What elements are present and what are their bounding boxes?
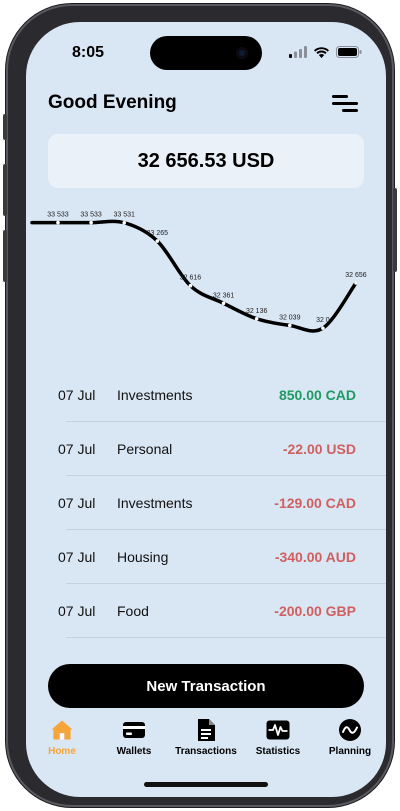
chart-point [56,220,60,225]
menu-button[interactable] [330,92,360,116]
transaction-amount: -340.00 AUD [274,549,356,565]
camera-icon [236,47,248,59]
balance-line-chart: 33 533 33 533 33 531 33 265 32 616 32 361 32 1… [30,212,367,333]
chart-data-label: 32 616 [180,275,202,282]
menu-icon [332,95,358,112]
transaction-date: 07 Jul [58,603,96,619]
pulse-icon [266,720,290,740]
wallet-icon [123,722,145,738]
transaction-category: Personal [117,441,173,457]
chart-data-label: 32 039 [279,314,301,321]
balance-card: 32 656.53 USD [48,134,364,188]
trend-circle-icon [339,719,361,741]
action-button [3,114,7,140]
transaction-category: Housing [117,549,169,565]
chart-data-label: 32 361 [213,292,235,299]
chart-data-label: 33 533 [80,212,102,219]
transaction-date: 07 Jul [58,495,96,511]
table-row[interactable]: 07 Jul Personal -22.00 USD [26,422,386,476]
tab-label: Statistics [255,746,301,757]
chart-point [155,239,160,243]
table-row[interactable]: 07 Jul Investments -129.00 CAD [26,476,386,530]
transaction-date: 07 Jul [58,441,96,457]
volume-up-button [3,164,7,216]
battery-icon [336,46,362,58]
chart-point [354,281,358,285]
transaction-amount: -129.00 CAD [274,495,356,511]
transaction-category: Food [117,603,149,619]
tab-transactions[interactable]: Transactions [171,718,241,768]
chart-data-label: 33 533 [47,212,69,219]
chart-data-label: 33 265 [147,230,169,237]
home-indicator [144,782,268,787]
document-icon [198,719,215,741]
tab-planning[interactable]: Planning [315,718,385,768]
home-icon [51,720,73,740]
signal-icon [289,46,307,58]
tab-bar: Home Wallets Transactions Statistics Pla… [26,718,386,768]
chart-point [89,220,93,225]
wifi-icon [314,47,329,58]
transaction-date: 07 Jul [58,549,96,565]
dynamic-island [150,36,262,70]
tab-wallets[interactable]: Wallets [99,718,169,768]
volume-down-button [3,230,7,282]
chart-data-label: 33 531 [114,212,136,219]
chart-point [122,220,127,225]
tab-label: Home [48,746,76,757]
balance-amount: 32 656.53 USD [137,149,275,172]
status-time: 8:05 [72,44,105,61]
status-icons [289,46,362,58]
chart-point [287,323,292,328]
tab-statistics[interactable]: Statistics [243,718,313,768]
device-frame: 8:05 Good Evening 32 656.53 USD 33 533 3… [3,4,397,807]
transaction-amount: -22.00 USD [282,441,356,457]
chart-data-label: 32 136 [246,308,268,315]
table-row[interactable]: 07 Jul Investments 850.00 CAD [26,368,386,422]
chart-point [188,283,193,288]
transaction-amount: 850.00 CAD [278,387,356,403]
chart-point [221,301,226,306]
chart-point [321,326,325,330]
transaction-amount: -200.00 GBP [274,603,356,619]
chart-data-label: 32 0 [316,317,330,324]
table-row[interactable]: 07 Jul Housing -340.00 AUD [26,530,386,584]
tab-label: Planning [328,746,372,757]
table-row[interactable]: 07 Jul Food -200.00 GBP [26,584,386,638]
app-screen: 8:05 Good Evening 32 656.53 USD 33 533 3… [26,22,386,797]
chart-data-label: 32 656 [345,272,367,279]
greeting-title: Good Evening [48,92,177,113]
tab-home[interactable]: Home [27,718,97,768]
transaction-list: 07 Jul Investments 850.00 CAD 07 Jul Per… [26,368,386,638]
transaction-category: Investments [117,495,193,511]
transaction-category: Investments [117,387,193,403]
power-button [393,188,397,272]
chart-point [254,316,259,321]
tab-label: Wallets [116,746,152,757]
tab-label: Transactions [175,746,237,757]
new-transaction-button[interactable]: New Transaction [48,664,364,708]
transaction-date: 07 Jul [58,387,96,403]
